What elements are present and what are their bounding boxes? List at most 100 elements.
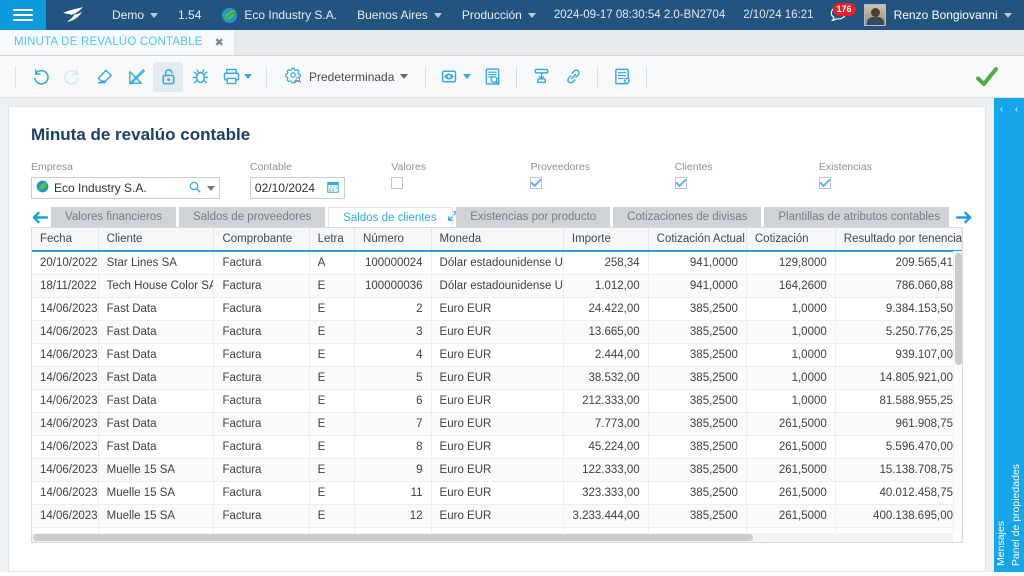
table-cell[interactable]: Factura [213,274,310,298]
table-cell[interactable]: 1,0000 [746,320,836,344]
document-search-icon[interactable] [477,62,507,92]
table-cell[interactable]: 14/06/2023 [32,320,99,344]
link-icon[interactable] [558,62,588,92]
table-cell[interactable]: 15.138.708,75 [835,458,962,482]
grid-vertical-scroll-thumb[interactable] [955,253,962,365]
preset-selector[interactable]: Predeterminada [276,62,416,92]
clientes-checkbox[interactable] [674,177,687,189]
table-cell[interactable]: Fast Data [98,389,215,413]
ruler-pencil-icon[interactable] [121,62,151,92]
col-cliente[interactable]: Cliente [98,228,215,252]
table-row[interactable]: 14/06/2023 Fast Data Factura E 5 Euro EUR 38.5… [32,366,962,390]
table-cell[interactable]: 261,5000 [746,504,836,528]
table-cell[interactable]: Star Lines SA [98,251,215,275]
table-row[interactable]: 20/10/2022 Star Lines SA Factura A 100000024… [32,251,962,275]
table-cell[interactable]: Fast Data [98,297,215,321]
table-cell[interactable]: 12 [354,504,432,528]
calendar-icon[interactable] [326,180,340,197]
table-cell[interactable]: 40.012.458,75 [835,481,962,505]
contable-date-input[interactable]: 02/10/2024 [249,177,345,199]
table-cell[interactable]: 129,8000 [746,251,836,275]
table-cell[interactable]: Fast Data [98,435,215,459]
table-row[interactable]: 18/11/2022 Tech House Color SA Factura E 100… [32,274,962,298]
bug-icon[interactable] [185,62,215,92]
table-cell[interactable]: 14/06/2023 [32,297,99,321]
table-cell[interactable]: 385,2500 [648,504,747,528]
rail-mensajes[interactable]: ‹ Mensajes [994,98,1009,572]
table-cell[interactable]: 1,0000 [746,389,836,413]
table-cell[interactable]: Factura [213,320,310,344]
col-fecha[interactable]: Fecha [32,228,99,252]
col-moneda[interactable]: Moneda [431,228,564,252]
table-row[interactable]: 14/06/2023 Fast Data Factura E 6 Euro EUR 212.… [32,389,962,413]
table-cell[interactable]: 385,2500 [648,320,747,344]
avatar[interactable] [863,4,886,26]
table-cell[interactable]: Fast Data [98,343,215,367]
table-cell[interactable]: Factura [213,504,310,528]
col-importe[interactable]: Importe [563,228,649,252]
grid-horizontal-scroll-thumb[interactable] [33,534,753,541]
table-cell[interactable]: 939.107,00 [835,343,962,367]
table-cell[interactable]: Euro EUR [431,320,564,344]
table-cell[interactable]: 81.588.955,25 [835,389,962,413]
table-cell[interactable]: Euro EUR [431,458,564,482]
arrow-right-icon[interactable] [956,207,973,227]
table-cell[interactable]: 212.333,00 [563,389,649,413]
col-letra[interactable]: Letra [309,228,356,252]
table-cell[interactable]: Factura [213,251,310,275]
table-cell[interactable]: Fast Data [98,320,215,344]
saldos-de-clientes-grid[interactable]: Fecha Cliente Comprobante Letra Número M… [31,227,963,543]
topbar-branch-selector[interactable]: Buenos Aires [347,0,452,30]
search-icon[interactable] [188,180,202,197]
table-cell[interactable]: 14/06/2023 [32,504,99,528]
table-cell[interactable]: Factura [213,458,310,482]
tab-cotizaciones-de-divisas[interactable]: Cotizaciones de divisas [613,207,762,227]
table-cell[interactable]: A [309,251,356,275]
table-cell[interactable]: 385,2500 [648,343,747,367]
topbar-company-selector[interactable]: Eco Industry S.A. [211,0,347,30]
redo-icon[interactable] [57,62,87,92]
table-cell[interactable]: 3 [354,320,432,344]
eye-box-icon[interactable] [435,62,475,92]
table-cell[interactable]: Fast Data [98,366,215,390]
table-cell[interactable]: Euro EUR [431,297,564,321]
close-icon[interactable]: ✖ [215,36,224,49]
table-cell[interactable]: 1,0000 [746,297,836,321]
table-cell[interactable]: 18/11/2022 [32,274,99,298]
table-cell[interactable]: 400.138.695,00 [835,504,962,528]
table-cell[interactable]: Euro EUR [431,412,564,436]
topbar-env-selector[interactable]: Demo [102,0,168,30]
table-cell[interactable]: 385,2500 [648,412,747,436]
table-row[interactable]: 14/06/2023 Muelle 15 SA Factura E 9 Euro EUR 1… [32,458,962,482]
table-cell[interactable]: Factura [213,481,310,505]
table-cell[interactable]: Factura [213,435,310,459]
table-cell[interactable]: 6 [354,389,432,413]
list-remove-icon[interactable] [607,62,637,92]
table-cell[interactable]: 5.596.470,00 [835,435,962,459]
table-cell[interactable]: 38.532,00 [563,366,649,390]
table-cell[interactable]: 14/06/2023 [32,389,99,413]
table-cell[interactable]: 9.384.153,50 [835,297,962,321]
table-cell[interactable]: Muelle 15 SA [98,458,215,482]
table-cell[interactable]: 14/06/2023 [32,458,99,482]
table-cell[interactable]: Factura [213,343,310,367]
table-cell[interactable]: E [309,274,356,298]
table-cell[interactable]: 323.333,00 [563,481,649,505]
table-cell[interactable]: 261,5000 [746,412,836,436]
table-cell[interactable]: E [309,435,356,459]
tab-plantillas-de-atributos-contables[interactable]: Plantillas de atributos contables [764,207,950,227]
table-cell[interactable]: 2.444,00 [563,343,649,367]
table-cell[interactable]: 261,5000 [746,458,836,482]
table-cell[interactable]: 7.773,00 [563,412,649,436]
col-comprobante[interactable]: Comprobante [213,228,310,252]
printer-icon[interactable] [217,62,257,92]
table-cell[interactable]: 14/06/2023 [32,343,99,367]
table-cell[interactable]: E [309,343,356,367]
green-check-icon[interactable] [972,62,1002,92]
table-cell[interactable]: 7 [354,412,432,436]
table-cell[interactable]: 261,5000 [746,435,836,459]
grid-vertical-scrollbar[interactable] [953,251,962,533]
table-row[interactable]: 14/06/2023 Fast Data Factura E 2 Euro EUR 24.4… [32,297,962,321]
table-cell[interactable]: 13.665,00 [563,320,649,344]
table-cell[interactable]: 8 [354,435,432,459]
